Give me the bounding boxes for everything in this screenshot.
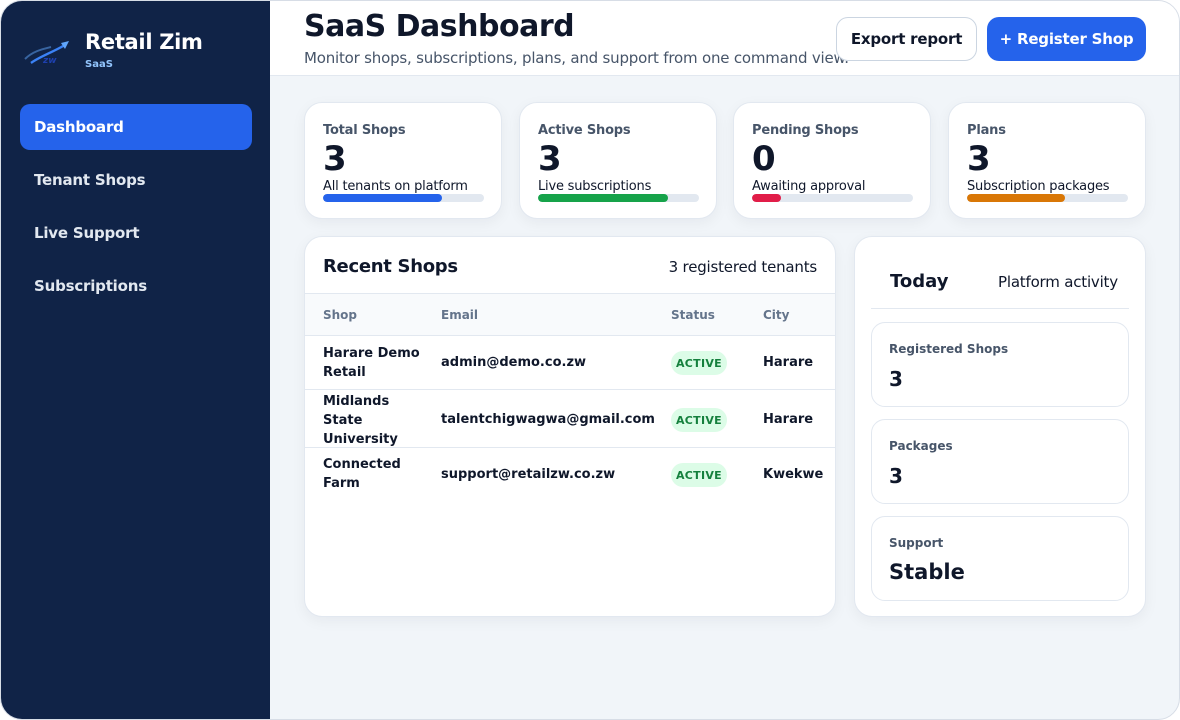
status-badge: ACTIVE bbox=[671, 408, 727, 432]
metric-value: 3 bbox=[889, 464, 903, 488]
shop-city: Kwekwe bbox=[763, 467, 824, 482]
metric-value: Stable bbox=[889, 560, 965, 584]
table-row[interactable]: Connected Farm support@retailzw.co.zw AC… bbox=[305, 448, 835, 504]
stat-card-plans: Plans 3 Subscription packages bbox=[948, 102, 1146, 219]
status-badge: ACTIVE bbox=[671, 351, 727, 375]
column-header-city[interactable]: City bbox=[763, 308, 789, 322]
today-title: Today bbox=[890, 271, 949, 292]
stat-value: 0 bbox=[752, 139, 776, 179]
stat-progress-fill bbox=[967, 194, 1066, 202]
platform-activity-label: Platform activity bbox=[998, 273, 1118, 291]
shop-name: Midlands State University bbox=[323, 394, 398, 447]
stat-card-pending-shops: Pending Shops 0 Awaiting approval bbox=[733, 102, 931, 219]
shop-email: support@retailzw.co.zw bbox=[441, 467, 616, 482]
register-shop-button[interactable]: + Register Shop bbox=[987, 17, 1146, 61]
stat-progress-fill bbox=[323, 194, 443, 202]
page-header: SaaS Dashboard Monitor shops, subscripti… bbox=[270, 1, 1179, 76]
stat-description: Live subscriptions bbox=[538, 179, 652, 194]
stat-value: 3 bbox=[967, 139, 991, 179]
stat-label: Plans bbox=[967, 123, 1006, 138]
metric-label: Registered Shops bbox=[889, 342, 1009, 356]
sidebar-nav: Dashboard Tenant Shops Live Support Subs… bbox=[20, 104, 252, 316]
shop-city: Harare bbox=[763, 412, 814, 427]
registered-tenants-count: 3 registered tenants bbox=[668, 258, 818, 276]
stat-label: Active Shops bbox=[538, 123, 631, 138]
stat-progress-fill bbox=[538, 194, 669, 202]
stat-description: Subscription packages bbox=[967, 179, 1110, 194]
stat-label: Pending Shops bbox=[752, 123, 859, 138]
stat-value: 3 bbox=[538, 139, 562, 179]
shop-city: Harare bbox=[763, 355, 814, 370]
recent-shops-title: Recent Shops bbox=[323, 256, 458, 277]
brand-title: Retail Zim bbox=[85, 30, 203, 54]
stat-description: All tenants on platform bbox=[323, 179, 468, 194]
sidebar-item-dashboard[interactable]: Dashboard bbox=[20, 104, 252, 150]
brand-logo-icon: zw bbox=[21, 33, 73, 73]
table-row[interactable]: Harare Demo Retail admin@demo.co.zw ACTI… bbox=[305, 336, 835, 390]
status-badge: ACTIVE bbox=[671, 463, 727, 487]
page-subtitle: Monitor shops, subscriptions, plans, and… bbox=[304, 49, 849, 67]
metric-card-registered-shops: Registered Shops 3 bbox=[871, 322, 1129, 407]
stat-progress-track bbox=[967, 194, 1128, 202]
page-title: SaaS Dashboard bbox=[304, 9, 575, 44]
shop-name: Harare Demo Retail bbox=[323, 346, 420, 380]
export-report-button[interactable]: Export report bbox=[836, 17, 977, 61]
divider bbox=[871, 308, 1129, 309]
metric-label: Packages bbox=[889, 439, 953, 453]
stat-card-active-shops: Active Shops 3 Live subscriptions bbox=[519, 102, 717, 219]
metric-card-packages: Packages 3 bbox=[871, 419, 1129, 504]
app-window: zw Retail Zim SaaS Dashboard Tenant Shop… bbox=[0, 0, 1180, 720]
sidebar-item-live-support[interactable]: Live Support bbox=[20, 210, 252, 256]
metric-card-support: Support Stable bbox=[871, 516, 1129, 601]
sidebar-item-tenant-shops[interactable]: Tenant Shops bbox=[20, 157, 252, 203]
today-panel: Today Platform activity Registered Shops… bbox=[854, 236, 1146, 617]
shop-email: talentchigwagwa@gmail.com bbox=[441, 412, 655, 427]
stat-progress-track bbox=[323, 194, 484, 202]
recent-shops-panel: Recent Shops 3 registered tenants Shop E… bbox=[304, 236, 836, 617]
brand: zw Retail Zim SaaS bbox=[21, 29, 203, 73]
metric-label: Support bbox=[889, 536, 944, 550]
column-header-status[interactable]: Status bbox=[671, 308, 715, 322]
stat-progress-fill bbox=[752, 194, 781, 202]
stat-progress-track bbox=[752, 194, 913, 202]
column-header-email[interactable]: Email bbox=[441, 308, 478, 322]
shop-email: admin@demo.co.zw bbox=[441, 355, 587, 370]
stat-label: Total Shops bbox=[323, 123, 406, 138]
stat-card-total-shops: Total Shops 3 All tenants on platform bbox=[304, 102, 502, 219]
sidebar: zw Retail Zim SaaS Dashboard Tenant Shop… bbox=[1, 1, 270, 719]
table-row[interactable]: Midlands State University talentchigwagw… bbox=[305, 390, 835, 448]
stat-description: Awaiting approval bbox=[752, 179, 866, 194]
stat-progress-track bbox=[538, 194, 699, 202]
svg-text:zw: zw bbox=[42, 56, 57, 66]
table-header: Shop Email Status City bbox=[305, 293, 835, 336]
brand-subtitle: SaaS bbox=[85, 59, 113, 70]
shop-name: Connected Farm bbox=[323, 457, 401, 491]
column-header-shop[interactable]: Shop bbox=[323, 308, 357, 322]
metric-value: 3 bbox=[889, 367, 903, 391]
stat-value: 3 bbox=[323, 139, 347, 179]
sidebar-item-subscriptions[interactable]: Subscriptions bbox=[20, 263, 252, 309]
